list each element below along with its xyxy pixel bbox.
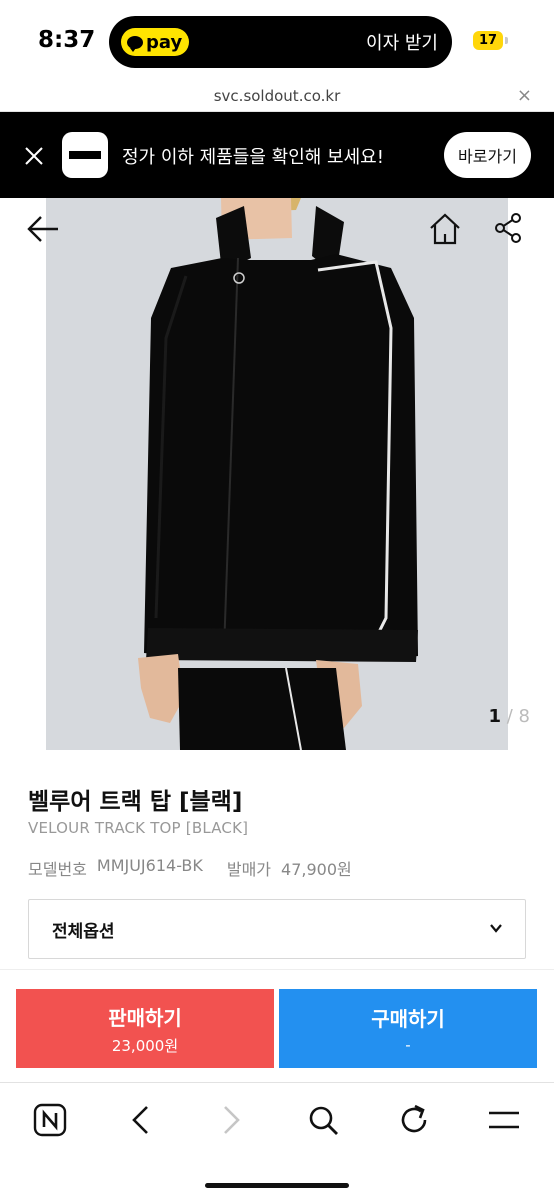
- forward-icon[interactable]: [213, 1102, 249, 1138]
- home-indicator: [205, 1183, 349, 1188]
- option-select-value: 전체옵션: [52, 921, 115, 942]
- promo-banner: 정가 이하 제품들을 확인해 보세요! 바로가기: [0, 112, 554, 198]
- island-text: 이자 받기: [366, 33, 438, 54]
- sell-button-label: 판매하기: [108, 1005, 182, 1030]
- battery-icon: 17: [473, 31, 503, 50]
- image-counter-current: 1: [488, 706, 501, 727]
- product-meta: 모델번호 MMJUJ614-BK 발매가 47,900원: [28, 856, 352, 880]
- menu-icon[interactable]: [486, 1102, 522, 1138]
- option-select[interactable]: 전체옵션: [28, 899, 526, 959]
- battery-tip: [505, 37, 508, 44]
- url-close-icon[interactable]: ×: [517, 85, 532, 106]
- url-bar: svc.soldout.co.kr ×: [0, 84, 554, 112]
- product-title: 벨루어 트랙 탑 [블랙]: [28, 789, 243, 815]
- image-counter-separator: /: [506, 706, 513, 727]
- image-counter: 1 / 8: [488, 706, 530, 727]
- pay-label: pay: [146, 31, 183, 53]
- back-arrow-icon[interactable]: [26, 214, 60, 244]
- chevron-down-icon: [490, 924, 502, 933]
- naver-home-icon[interactable]: [32, 1102, 68, 1138]
- share-icon[interactable]: [494, 212, 524, 244]
- kakao-pay-badge: pay: [121, 28, 189, 56]
- model-number-label: 모델번호: [28, 860, 87, 879]
- product-subtitle: VELOUR TRACK TOP [BLACK]: [28, 819, 249, 837]
- image-counter-total: 8: [518, 706, 530, 727]
- url-text[interactable]: svc.soldout.co.kr: [0, 87, 554, 105]
- dynamic-island-banner[interactable]: pay 이자 받기: [109, 16, 452, 68]
- release-price-value: 47,900원: [281, 860, 352, 879]
- action-bar: 판매하기 23,000원 구매하기 -: [0, 969, 554, 1083]
- buy-button-label: 구매하기: [371, 1007, 445, 1031]
- speech-bubble-icon: [127, 35, 143, 52]
- status-bar: 8:37 pay 이자 받기 17: [0, 0, 554, 84]
- release-price-label: 발매가: [226, 860, 272, 879]
- product-image-carousel[interactable]: 1 / 8: [0, 198, 554, 750]
- buy-button-price: -: [405, 1036, 411, 1054]
- home-icon[interactable]: [428, 212, 462, 246]
- sell-button-price: 23,000원: [111, 1036, 179, 1055]
- banner-text: 정가 이하 제품들을 확인해 보세요!: [122, 147, 384, 168]
- back-icon[interactable]: [123, 1102, 159, 1138]
- product-photo: [46, 198, 508, 750]
- go-button[interactable]: 바로가기: [444, 132, 531, 178]
- search-icon[interactable]: [305, 1102, 341, 1138]
- soldout-logo-icon: [62, 132, 108, 178]
- model-number-value: MMJUJ614-BK: [96, 856, 203, 875]
- status-time: 8:37: [38, 27, 96, 53]
- buy-button[interactable]: 구매하기 -: [279, 989, 537, 1068]
- close-icon[interactable]: [24, 146, 44, 166]
- refresh-icon[interactable]: [396, 1102, 432, 1138]
- sell-button[interactable]: 판매하기 23,000원: [16, 989, 274, 1068]
